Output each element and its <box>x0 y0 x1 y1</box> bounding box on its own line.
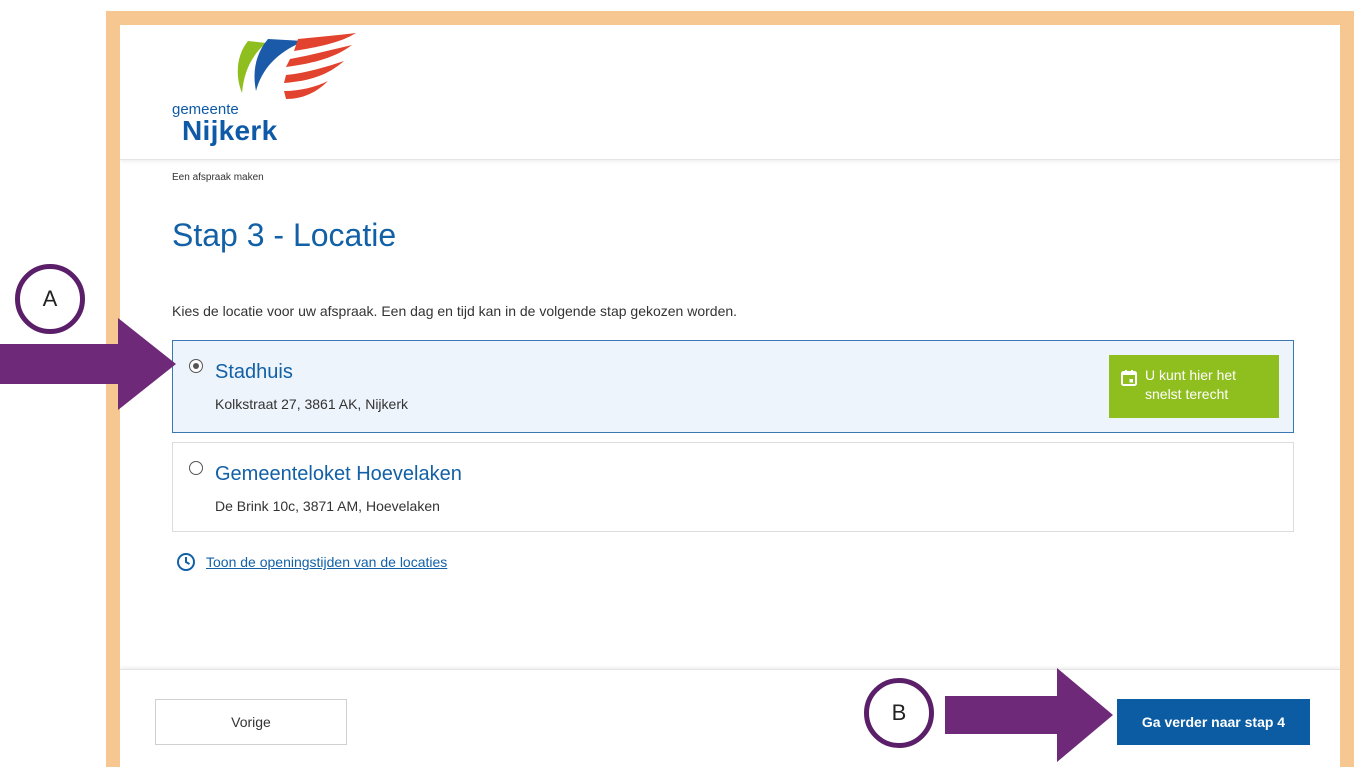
previous-button[interactable]: Vorige <box>155 699 347 745</box>
calendar-icon <box>1121 370 1137 386</box>
logo-flag-icon <box>237 33 356 99</box>
clock-icon <box>177 553 195 571</box>
annotation-marker-a: A <box>15 264 85 334</box>
badge-line-1: U kunt hier het <box>1145 367 1237 383</box>
next-step-button[interactable]: Ga verder naar stap 4 <box>1117 699 1310 745</box>
page-title: Stap 3 - Locatie <box>172 217 397 253</box>
site-header: gemeente Nijkerk <box>120 25 1340 160</box>
annotation-marker-b: B <box>864 678 934 748</box>
page-container: gemeente Nijkerk Een afspraak maken Stap… <box>120 25 1340 767</box>
step-footer: Vorige Ga verder naar stap 4 <box>120 669 1340 767</box>
location-address: De Brink 10c, 3871 AM, Hoevelaken <box>215 498 440 514</box>
breadcrumb[interactable]: Een afspraak maken <box>172 172 264 183</box>
opening-hours-label: Toon de openingstijden van de locaties <box>206 554 448 570</box>
orange-frame: gemeente Nijkerk Een afspraak maken Stap… <box>106 11 1354 767</box>
location-name: Stadhuis <box>215 361 293 383</box>
intro-text: Kies de locatie voor uw afspraak. Een da… <box>172 303 738 319</box>
location-name: Gemeenteloket Hoevelaken <box>215 463 462 485</box>
location-address: Kolkstraat 27, 3861 AK, Nijkerk <box>215 396 408 412</box>
badge-line-2: snelst terecht <box>1145 386 1229 402</box>
annotation-arrow-a-icon <box>0 318 176 410</box>
logo-nijkerk-text: Nijkerk <box>182 115 278 146</box>
location-option-stadhuis[interactable]: Stadhuis Kolkstraat 27, 3861 AK, Nijkerk… <box>172 340 1294 433</box>
location-option-hoevelaken[interactable]: Gemeenteloket Hoevelaken De Brink 10c, 3… <box>172 442 1294 532</box>
radio-hoevelaken[interactable] <box>189 461 203 475</box>
opening-hours-link[interactable]: Toon de openingstijden van de locaties <box>176 552 447 572</box>
annotation-arrow-b-icon <box>945 668 1113 762</box>
nijkerk-logo[interactable]: gemeente Nijkerk <box>170 31 370 146</box>
fastest-badge: U kunt hier het snelst terecht <box>1109 355 1279 418</box>
radio-stadhuis[interactable] <box>189 359 203 373</box>
